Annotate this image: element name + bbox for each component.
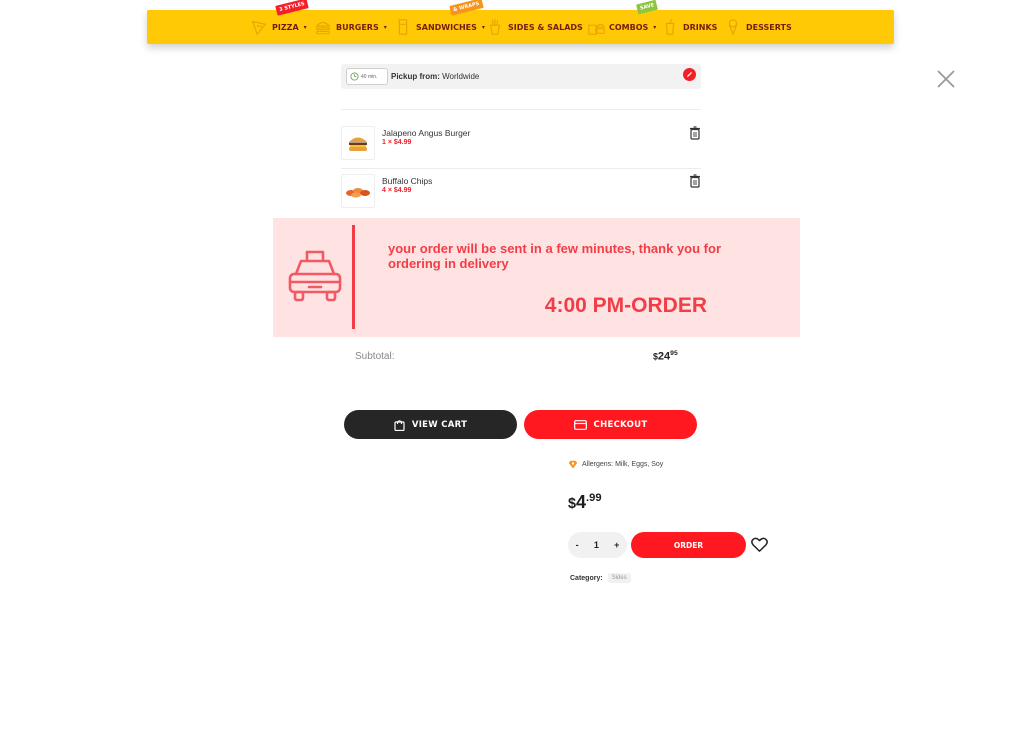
- nav-label-pizza: PIZZA: [272, 22, 299, 32]
- pizza-icon: [251, 20, 267, 36]
- trash-icon[interactable]: [689, 126, 701, 140]
- order-button[interactable]: ORDER: [631, 532, 746, 558]
- nav-label-sandwiches: SANDWICHES: [416, 22, 477, 32]
- price-cents: .99: [586, 492, 602, 504]
- item-name[interactable]: Buffalo Chips: [382, 176, 432, 186]
- quantity-stepper: - 1 +: [568, 532, 627, 558]
- checkout-label: CHECKOUT: [593, 419, 648, 430]
- burger-icon: [315, 21, 331, 35]
- item-price: 1 × $4.99: [382, 139, 412, 146]
- product-category: Category: Sides: [570, 573, 631, 583]
- notice-message: your order will be sent in a few minutes…: [388, 241, 721, 271]
- item-thumbnail[interactable]: [341, 174, 375, 208]
- badge-save: SAVE: [636, 0, 659, 15]
- main-navigation: PIZZA ▾ 3 STYLES BURGERS ▾ SANDWICHES ▾ & W…: [147, 0, 894, 44]
- taxi-icon: [288, 250, 342, 302]
- view-cart-label: VIEW CART: [411, 419, 468, 430]
- fries-icon: [489, 18, 501, 35]
- product-price: $4.99: [568, 492, 602, 513]
- nav-label-desserts: DESSERTS: [746, 22, 792, 32]
- nav-item-desserts[interactable]: DESSERTS: [724, 10, 792, 44]
- price-currency: $: [568, 496, 577, 512]
- drink-icon: [665, 18, 675, 35]
- allergen-icon: [568, 460, 578, 469]
- item-thumbnail[interactable]: [341, 126, 375, 160]
- notice-divider: [352, 225, 355, 329]
- subtotal-cents: 95: [670, 350, 678, 357]
- increase-quantity-button[interactable]: +: [614, 540, 619, 550]
- sandwich-icon: [398, 19, 408, 35]
- edit-pickup-button[interactable]: [683, 68, 696, 81]
- ice-cream-icon: [728, 19, 738, 36]
- nav-item-combos[interactable]: COMBOS ▾ SAVE: [587, 0, 659, 44]
- nav-label-combos: COMBOS: [609, 22, 649, 32]
- pencil-icon: [686, 71, 693, 78]
- order-notice: your order will be sent in a few minutes…: [273, 218, 800, 337]
- checkout-button[interactable]: CHECKOUT: [524, 410, 697, 439]
- chevron-down-icon: ▾: [383, 23, 387, 31]
- shopping-bag-icon: [394, 419, 405, 431]
- allergens-info: Allergens: Milk, Eggs, Soy: [568, 460, 663, 469]
- chevron-down-icon: ▾: [653, 23, 657, 31]
- nav-label-drinks: DRINKS: [683, 22, 718, 32]
- decrease-quantity-button[interactable]: -: [576, 540, 579, 550]
- category-label: Category:: [570, 574, 603, 582]
- combo-icon: [588, 23, 605, 35]
- nav-item-sandwiches[interactable]: SANDWICHES ▾ & WRAPS: [394, 0, 485, 44]
- chevron-down-icon: ▾: [481, 23, 485, 31]
- order-time: 4:00 PM-ORDER: [544, 294, 707, 317]
- nav-item-sides-salads[interactable]: SIDES & SALADS: [486, 10, 583, 44]
- nav-label-sides-salads: SIDES & SALADS: [508, 22, 583, 32]
- close-icon[interactable]: [934, 67, 958, 91]
- order-button-label: ORDER: [673, 540, 704, 550]
- chips-icon: [346, 188, 370, 198]
- cart-item: Buffalo Chips 4 × $4.99: [341, 174, 701, 212]
- cart-item: Jalapeno Angus Burger 1 × $4.99: [341, 126, 701, 164]
- nav-item-burgers[interactable]: BURGERS ▾: [314, 10, 387, 44]
- subtotal-value: $2495: [653, 350, 678, 363]
- badge-wraps: & WRAPS: [449, 0, 484, 16]
- item-name[interactable]: Jalapeno Angus Burger: [382, 128, 470, 138]
- pickup-info: Pickup from: Worldwide: [391, 72, 479, 81]
- nav-label-burgers: BURGERS: [336, 22, 379, 32]
- item-price: 4 × $4.99: [382, 187, 412, 194]
- quantity-value[interactable]: 1: [594, 540, 599, 550]
- subtotal-whole: 24: [657, 350, 671, 363]
- nav-item-drinks[interactable]: DRINKS: [661, 10, 717, 44]
- subtotal-label: Subtotal:: [355, 351, 395, 362]
- category-tag-sides[interactable]: Sides: [607, 573, 631, 583]
- view-cart-button[interactable]: VIEW CART: [344, 410, 517, 439]
- delivery-time-chip: 40 min.: [346, 68, 388, 85]
- pickup-label: Pickup from:: [391, 72, 440, 81]
- clock-icon: [350, 72, 359, 81]
- pickup-location: Worldwide: [442, 72, 480, 81]
- divider: [341, 168, 701, 169]
- badge-3-styles: 3 STYLES: [275, 0, 309, 16]
- price-whole: 4: [576, 492, 587, 512]
- credit-card-icon: [573, 419, 587, 430]
- delivery-time: 40 min.: [361, 73, 378, 80]
- heart-icon[interactable]: [751, 537, 768, 553]
- nav-item-pizza[interactable]: PIZZA ▾ 3 STYLES: [250, 0, 309, 44]
- trash-icon[interactable]: [689, 174, 701, 188]
- burger-icon: [349, 137, 367, 151]
- pickup-bar: 40 min. Pickup from: Worldwide: [341, 64, 701, 89]
- divider: [341, 109, 701, 110]
- chevron-down-icon: ▾: [303, 23, 307, 31]
- allergens-text: Allergens: Milk, Eggs, Soy: [582, 461, 664, 468]
